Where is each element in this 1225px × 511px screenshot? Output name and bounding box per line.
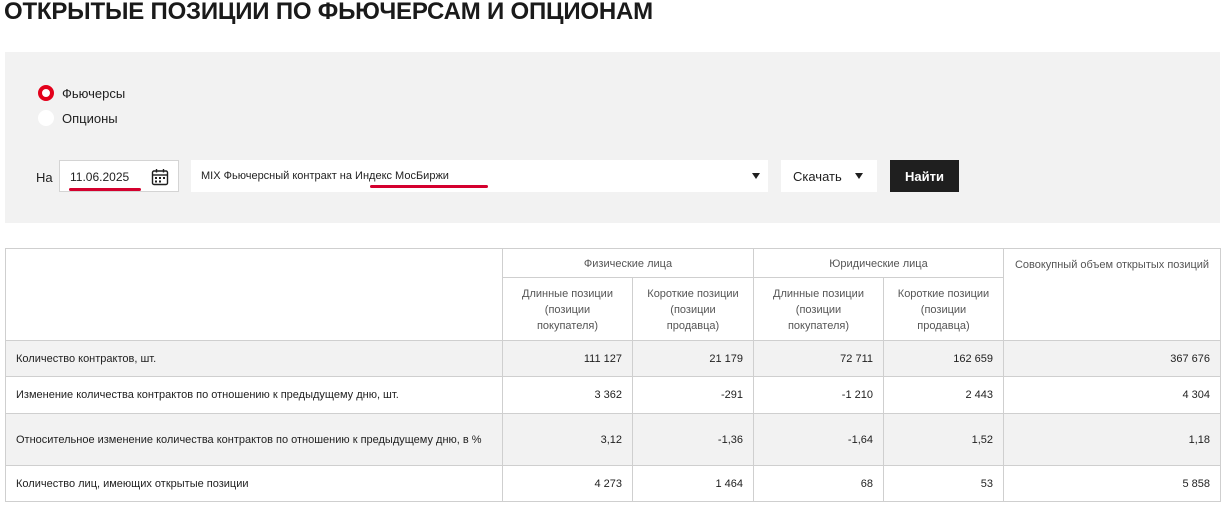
- contract-prefix-text: MIX Фьючерсный контракт на: [201, 170, 356, 182]
- cell-value: 1 464: [632, 465, 754, 502]
- row-label: Количество контрактов, шт.: [5, 340, 503, 377]
- header-legal-long: Длинные позиции (позиции покупателя): [753, 277, 884, 341]
- radio-unchecked-icon: [38, 110, 54, 126]
- find-button-label: Найти: [905, 168, 944, 184]
- date-value: 11.06.2025: [70, 170, 130, 184]
- cell-value: 21 179: [632, 340, 754, 377]
- radio-options[interactable]: Опционы: [38, 110, 118, 126]
- cell-value: 3 362: [502, 376, 633, 414]
- cell-value: -1,36: [632, 413, 754, 466]
- radio-futures-label: Фьючерсы: [62, 85, 126, 101]
- cell-value: 72 711: [753, 340, 884, 377]
- radio-options-label: Опционы: [62, 110, 118, 126]
- header-empty-cell: [5, 248, 503, 341]
- contract-highlight-text: Индекс МосБиржи: [355, 170, 449, 182]
- cell-value: -1,64: [753, 413, 884, 466]
- table-row: Количество контрактов, шт. 111 127 21 17…: [5, 340, 1221, 377]
- chevron-down-icon: [752, 173, 760, 179]
- date-input[interactable]: 11.06.2025: [59, 160, 179, 192]
- open-positions-table: Физические лица Юридические лица Совокуп…: [5, 248, 1221, 502]
- cell-value: -1 210: [753, 376, 884, 414]
- page-title: ОТКРЫТЫЕ ПОЗИЦИИ ПО ФЬЮЧЕРСАМ И ОПЦИОНАМ: [4, 0, 653, 25]
- date-highlight-underline: [69, 188, 141, 191]
- contract-highlight-underline: [370, 185, 488, 188]
- download-button-label: Скачать: [793, 168, 842, 184]
- row-label: Изменение количества контрактов по отнош…: [5, 376, 503, 414]
- row-label: Относительное изменение количества контр…: [5, 413, 503, 466]
- cell-value: 68: [753, 465, 884, 502]
- cell-value: 111 127: [502, 340, 633, 377]
- date-label: На: [36, 170, 53, 185]
- chevron-down-icon: [855, 173, 863, 179]
- cell-value: 3,12: [502, 413, 633, 466]
- cell-value: 5 858: [1003, 465, 1221, 502]
- cell-value: -291: [632, 376, 754, 414]
- header-legal-short: Короткие позиции (позиции продавца): [883, 277, 1004, 341]
- cell-value: 1,52: [883, 413, 1004, 466]
- table-row: Изменение количества контрактов по отнош…: [5, 376, 1221, 414]
- download-button[interactable]: Скачать: [781, 160, 877, 192]
- cell-value: 162 659: [883, 340, 1004, 377]
- header-individuals-short: Короткие позиции (позиции продавца): [632, 277, 754, 341]
- header-individuals: Физические лица: [502, 248, 754, 278]
- contract-select-value: MIX Фьючерсный контракт на Индекс МосБир…: [201, 170, 449, 182]
- find-button[interactable]: Найти: [890, 160, 959, 192]
- cell-value: 367 676: [1003, 340, 1221, 377]
- cell-value: 4 304: [1003, 376, 1221, 414]
- table-row: Относительное изменение количества контр…: [5, 413, 1221, 466]
- header-total: Совокупный объем открытых позиций: [1003, 248, 1221, 341]
- row-label: Количество лиц, имеющих открытые позиции: [5, 465, 503, 502]
- header-legal-entities: Юридические лица: [753, 248, 1004, 278]
- cell-value: 2 443: [883, 376, 1004, 414]
- table-row: Количество лиц, имеющих открытые позиции…: [5, 465, 1221, 502]
- filter-panel: Фьючерсы Опционы На 11.06.2025 MIX Фьюче…: [5, 52, 1220, 223]
- radio-checked-icon: [38, 85, 54, 101]
- header-individuals-long: Длинные позиции (позиции покупателя): [502, 277, 633, 341]
- cell-value: 53: [883, 465, 1004, 502]
- calendar-icon[interactable]: [151, 168, 169, 186]
- contract-select[interactable]: MIX Фьючерсный контракт на Индекс МосБир…: [191, 160, 768, 192]
- radio-futures[interactable]: Фьючерсы: [38, 85, 125, 101]
- cell-value: 4 273: [502, 465, 633, 502]
- cell-value: 1,18: [1003, 413, 1221, 466]
